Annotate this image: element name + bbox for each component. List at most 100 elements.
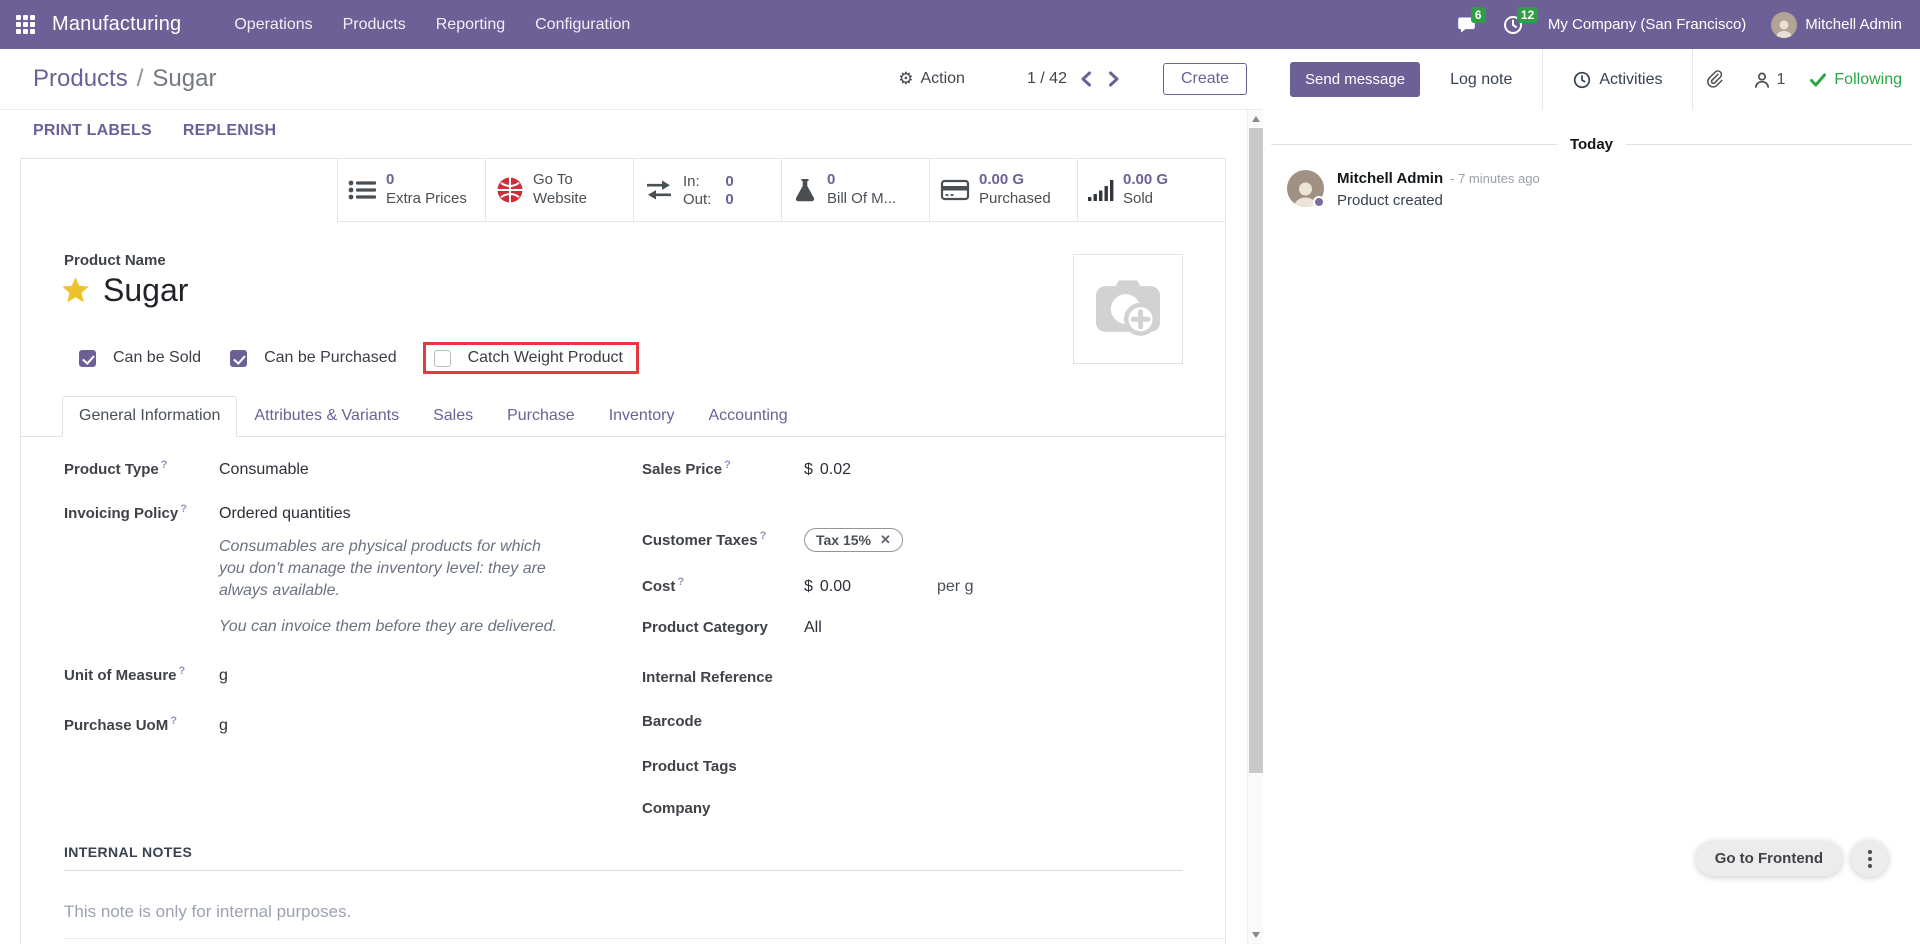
form-column-right: Sales Price? $ 0.02 Customer Taxes? Tax …: [642, 459, 1202, 820]
message-body: Product created: [1337, 192, 1540, 209]
user-menu[interactable]: Mitchell Admin: [1771, 12, 1902, 38]
breadcrumb-products-link[interactable]: Products: [33, 65, 128, 93]
internal-notes-title: INTERNAL NOTES: [64, 844, 1183, 871]
breadcrumb: Products / Sugar: [33, 65, 216, 93]
date-separator-label: Today: [1557, 136, 1626, 153]
unit-of-measure-value[interactable]: g: [219, 667, 228, 685]
product-category-value[interactable]: All: [804, 619, 822, 637]
sales-price-value[interactable]: $ 0.02: [804, 461, 914, 479]
pager: 1 / 42: [1027, 68, 1123, 90]
activities-button[interactable]: 12: [1503, 15, 1523, 35]
online-status-dot: [1313, 196, 1325, 208]
message-author-avatar[interactable]: [1287, 170, 1324, 207]
remove-tag-icon[interactable]: ✕: [880, 532, 891, 548]
attach-files-button[interactable]: [1706, 69, 1726, 91]
inventory-in-out-button[interactable]: In: 0 Out: 0: [633, 159, 781, 221]
go-to-frontend-button[interactable]: Go to Frontend: [1696, 841, 1842, 876]
can-be-sold-label: Can be Sold: [113, 349, 201, 367]
followers-button[interactable]: 1: [1753, 71, 1786, 89]
purchased-button[interactable]: 0.00 G Purchased: [929, 159, 1077, 221]
message-author[interactable]: Mitchell Admin: [1337, 170, 1443, 187]
scrollbar-thumb[interactable]: [1249, 128, 1263, 773]
chatter-panel: Send message Log note Activities 1: [1263, 49, 1920, 944]
menu-reporting[interactable]: Reporting: [421, 0, 520, 49]
tab-sales[interactable]: Sales: [416, 396, 490, 437]
favorite-star-icon[interactable]: [61, 277, 90, 305]
user-name: Mitchell Admin: [1805, 16, 1902, 33]
catch-weight-checkbox[interactable]: Catch Weight Product: [434, 349, 623, 367]
action-label: Action: [920, 70, 964, 88]
control-panel: Products / Sugar ⚙ Action 1 / 42: [0, 49, 1263, 110]
product-name-input[interactable]: Sugar: [103, 272, 188, 309]
paperclip-icon: [1706, 69, 1726, 91]
bom-value: 0: [827, 171, 896, 190]
messages-badge: 6: [1471, 7, 1486, 23]
control-panel-right: ⚙ Action 1 / 42 Create: [898, 63, 1247, 95]
checkbox-checked-icon: [79, 350, 96, 367]
currency-symbol: $: [804, 578, 813, 596]
user-avatar: [1771, 12, 1797, 38]
tab-inventory[interactable]: Inventory: [592, 396, 692, 437]
menu-configuration[interactable]: Configuration: [520, 0, 645, 49]
purchased-label: Purchased: [979, 190, 1051, 209]
pager-previous-button[interactable]: [1077, 68, 1095, 90]
currency-symbol: $: [804, 461, 813, 479]
tab-general-information[interactable]: General Information: [62, 396, 237, 437]
customer-tax-tag[interactable]: Tax 15% ✕: [804, 528, 903, 552]
scroll-down-arrow[interactable]: [1252, 932, 1260, 938]
go-to-website-button[interactable]: Go To Website: [485, 159, 633, 221]
schedule-activity-button[interactable]: Activities: [1573, 71, 1662, 89]
help-tooltip-icon: ?: [724, 459, 731, 471]
send-message-button[interactable]: Send message: [1290, 62, 1420, 97]
cost-value[interactable]: $ 0.00: [804, 578, 914, 596]
breadcrumb-separator: /: [137, 65, 144, 93]
globe-icon: [496, 176, 524, 204]
out-label: Out:: [683, 191, 711, 208]
sold-button[interactable]: 0.00 G Sold: [1077, 159, 1225, 221]
scroll-up-arrow[interactable]: [1252, 116, 1260, 122]
product-image-upload[interactable]: [1073, 254, 1183, 364]
purchase-uom-value[interactable]: g: [219, 717, 228, 735]
form-sheet: 0 Extra Prices Go To Website: [20, 158, 1226, 944]
top-menus: Operations Products Reporting Configurat…: [219, 0, 645, 49]
apps-menu-icon[interactable]: [16, 15, 35, 34]
product-type-value[interactable]: Consumable: [219, 461, 309, 479]
pager-next-button[interactable]: [1105, 68, 1123, 90]
create-button[interactable]: Create: [1163, 63, 1247, 95]
replenish-button[interactable]: REPLENISH: [183, 122, 276, 140]
help-tooltip-icon: ?: [170, 715, 177, 727]
menu-operations[interactable]: Operations: [219, 0, 327, 49]
messages-button[interactable]: 6: [1457, 15, 1478, 35]
fab-more-options-button[interactable]: [1851, 840, 1888, 877]
action-menu-button[interactable]: ⚙ Action: [898, 69, 965, 89]
checkbox-checked-icon: [230, 350, 247, 367]
can-be-sold-checkbox[interactable]: Can be Sold: [79, 349, 201, 367]
print-labels-button[interactable]: PRINT LABELS: [33, 122, 152, 140]
tab-purchase[interactable]: Purchase: [490, 396, 592, 437]
company-switcher[interactable]: My Company (San Francisco): [1548, 16, 1746, 33]
invoicing-policy-value[interactable]: Ordered quantities: [219, 505, 351, 523]
can-be-purchased-checkbox[interactable]: Can be Purchased: [230, 349, 397, 367]
following-button[interactable]: Following: [1810, 71, 1902, 89]
app-name[interactable]: Manufacturing: [52, 13, 181, 36]
date-separator: Today: [1271, 136, 1912, 153]
vertical-scrollbar[interactable]: [1247, 110, 1263, 944]
product-type-label: Product Type?: [64, 459, 219, 478]
message-timestamp: - 7 minutes ago: [1450, 171, 1540, 186]
bill-of-materials-button[interactable]: 0 Bill Of M...: [781, 159, 929, 221]
tab-accounting[interactable]: Accounting: [692, 396, 805, 437]
log-note-button[interactable]: Log note: [1450, 71, 1512, 89]
tab-attributes-variants[interactable]: Attributes & Variants: [237, 396, 416, 437]
bom-label: Bill Of M...: [827, 190, 896, 209]
sold-label: Sold: [1123, 190, 1168, 209]
signal-bars-icon: [1088, 178, 1114, 202]
divider: [1692, 49, 1693, 110]
internal-notes-input[interactable]: This note is only for internal purposes.: [64, 902, 1183, 922]
customer-taxes-label: Customer Taxes?: [642, 530, 804, 549]
clock-icon: [1573, 71, 1591, 89]
menu-products[interactable]: Products: [328, 0, 421, 49]
extra-prices-button[interactable]: 0 Extra Prices: [337, 159, 485, 221]
in-label: In:: [683, 173, 711, 190]
internal-reference-label: Internal Reference: [642, 669, 804, 686]
activities-badge: 12: [1517, 7, 1538, 23]
